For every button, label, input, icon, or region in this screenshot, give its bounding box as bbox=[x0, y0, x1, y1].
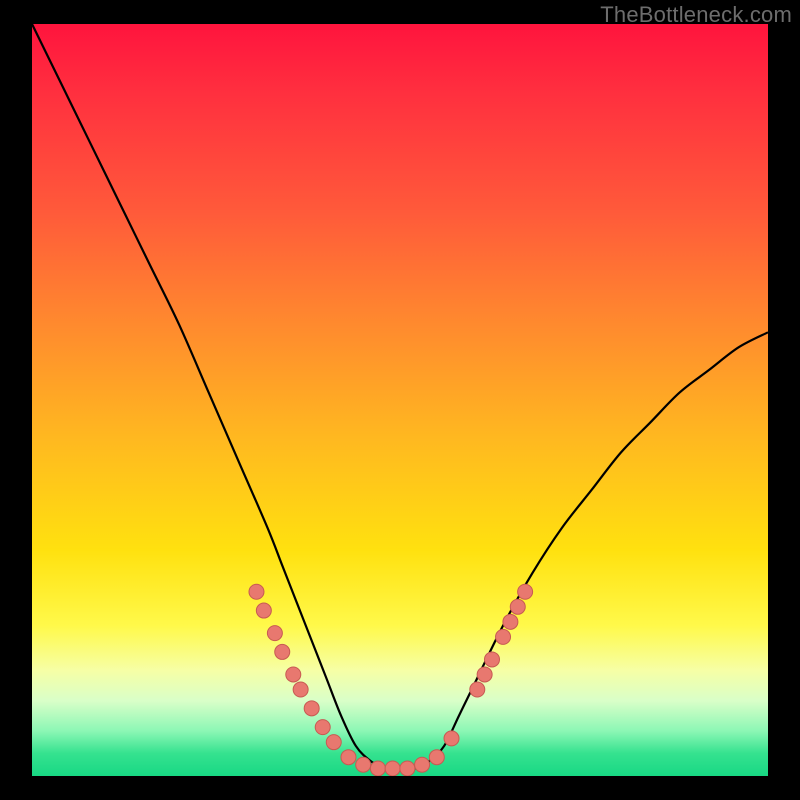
curve-marker bbox=[326, 735, 341, 750]
curve-marker bbox=[315, 720, 330, 735]
curve-marker bbox=[415, 757, 430, 772]
curve-marker bbox=[304, 701, 319, 716]
bottleneck-curve bbox=[32, 24, 768, 769]
curve-marker bbox=[496, 629, 511, 644]
chart-frame: TheBottleneck.com bbox=[0, 0, 800, 800]
curve-marker bbox=[286, 667, 301, 682]
curve-marker bbox=[275, 644, 290, 659]
curve-marker bbox=[470, 682, 485, 697]
curve-marker bbox=[267, 626, 282, 641]
curve-marker bbox=[293, 682, 308, 697]
curve-marker bbox=[503, 614, 518, 629]
curve-marker bbox=[518, 584, 533, 599]
curve-marker bbox=[477, 667, 492, 682]
curve-marker bbox=[249, 584, 264, 599]
curve-marker bbox=[341, 750, 356, 765]
curve-marker bbox=[400, 761, 415, 776]
watermark-text: TheBottleneck.com bbox=[600, 2, 792, 28]
curve-markers bbox=[249, 584, 533, 776]
curve-marker bbox=[385, 761, 400, 776]
curve-marker bbox=[370, 761, 385, 776]
curve-marker bbox=[429, 750, 444, 765]
bottleneck-curve-svg bbox=[32, 24, 768, 776]
curve-marker bbox=[256, 603, 271, 618]
curve-marker bbox=[444, 731, 459, 746]
curve-marker bbox=[485, 652, 500, 667]
curve-marker bbox=[356, 757, 371, 772]
plot-area bbox=[32, 24, 768, 776]
curve-marker bbox=[510, 599, 525, 614]
